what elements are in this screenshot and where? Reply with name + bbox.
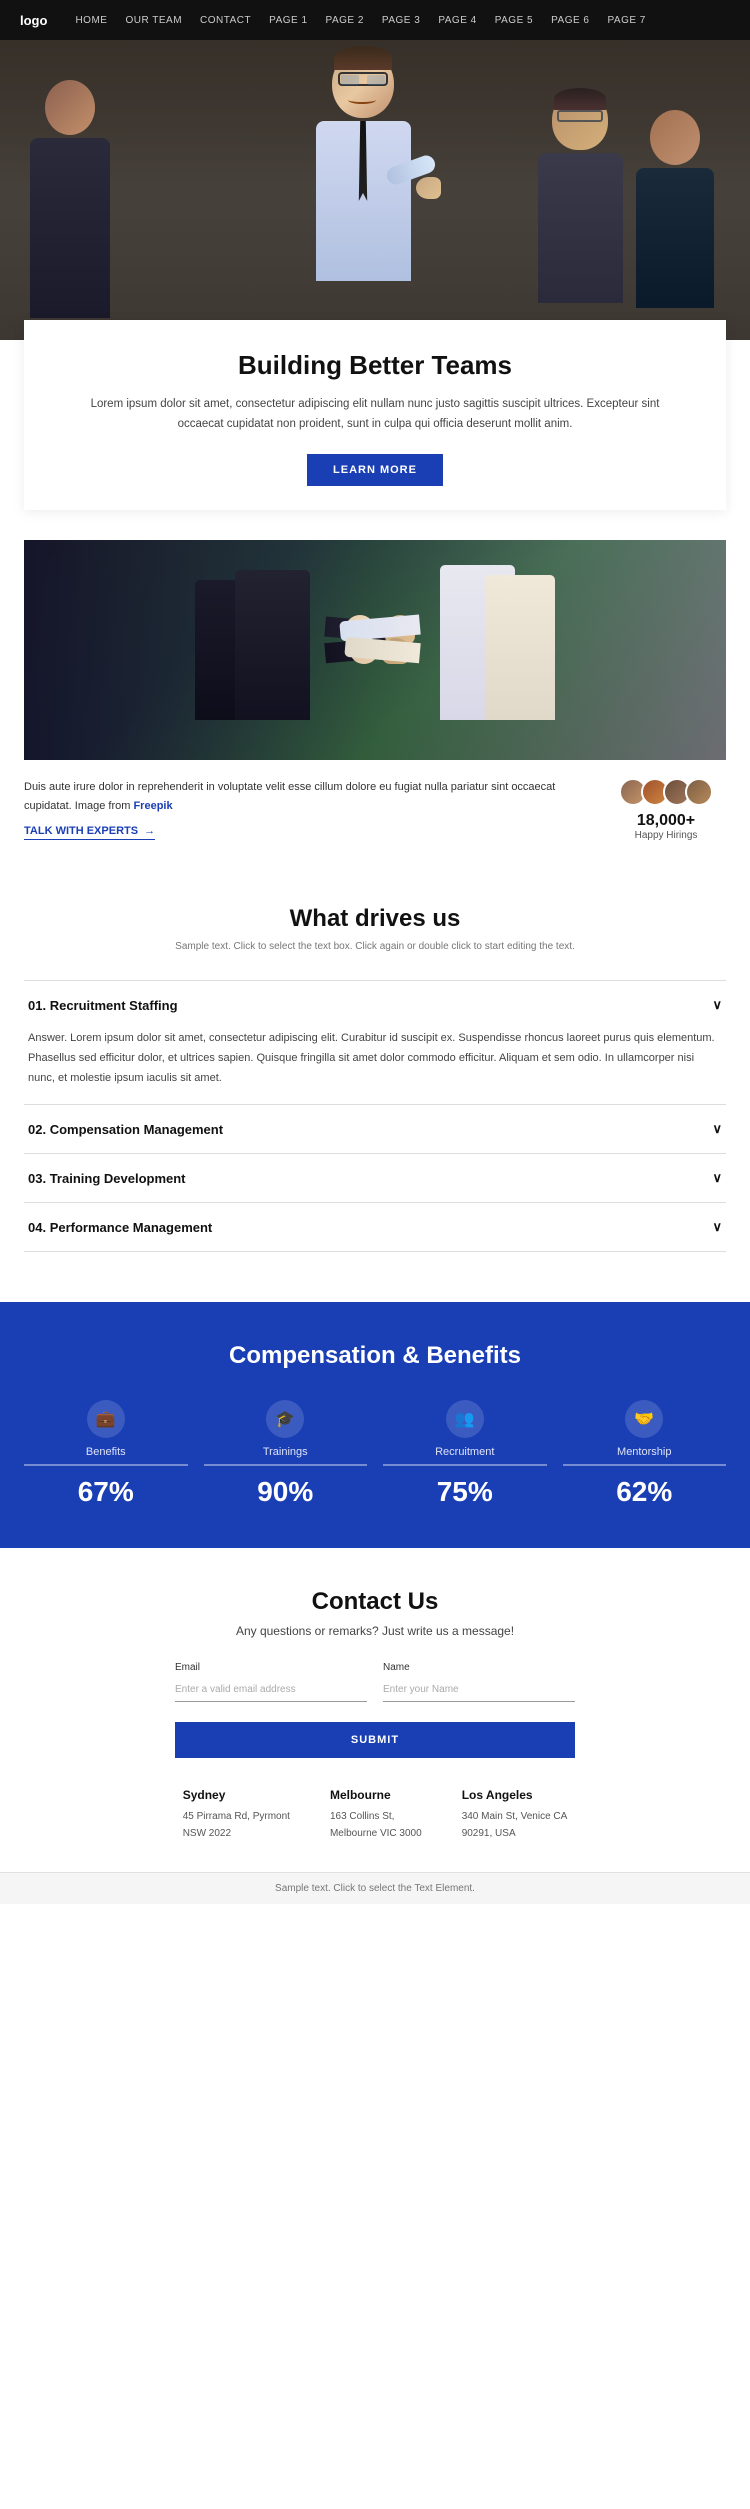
submit-button[interactable]: SUBMIT	[175, 1722, 575, 1758]
contact-form: Email Name SUBMIT	[175, 1662, 575, 1758]
chevron-icon-4: ∨	[712, 1219, 722, 1235]
teamwork-left-content: Duis aute irure dolor in reprehenderit i…	[24, 778, 586, 840]
nav-page2[interactable]: PAGE 2	[326, 15, 364, 26]
office-los-angeles: Los Angeles 340 Main St, Venice CA90291,…	[462, 1788, 568, 1842]
chevron-icon-3: ∨	[712, 1170, 722, 1186]
los-angeles-city: Los Angeles	[462, 1788, 568, 1802]
logo[interactable]: logo	[20, 13, 47, 28]
drives-subtitle: Sample text. Click to select the text bo…	[24, 941, 726, 952]
los-angeles-address: 340 Main St, Venice CA90291, USA	[462, 1808, 568, 1842]
sydney-city: Sydney	[183, 1788, 290, 1802]
melbourne-city: Melbourne	[330, 1788, 422, 1802]
benefits-percent: 67%	[24, 1476, 188, 1508]
footer-text: Sample text. Click to select the Text El…	[275, 1883, 475, 1894]
intro-card: Building Better Teams Lorem ipsum dolor …	[24, 320, 726, 510]
compensation-grid: 💼 Benefits 67% 🎓 Trainings 90% 👥 Recruit…	[24, 1400, 726, 1508]
email-label: Email	[175, 1662, 367, 1673]
name-input[interactable]	[383, 1677, 575, 1702]
recruitment-icon: 👥	[446, 1400, 484, 1438]
accordion-item-1: 01. Recruitment Staffing ∨ Answer. Lorem…	[24, 980, 726, 1104]
accordion-header-4[interactable]: 04. Performance Management ∨	[24, 1203, 726, 1251]
teamwork-section: Duis aute irure dolor in reprehenderit i…	[0, 510, 750, 865]
accordion-header-1[interactable]: 01. Recruitment Staffing ∨	[24, 981, 726, 1029]
sydney-address: 45 Pirrama Rd, PyrmontNSW 2022	[183, 1808, 290, 1842]
mentorship-percent: 62%	[563, 1476, 727, 1508]
nav-home[interactable]: HOME	[75, 15, 107, 26]
navigation: logo HOME OUR TEAM CONTACT PAGE 1 PAGE 2…	[0, 0, 750, 40]
chevron-icon-1: ∨	[712, 997, 722, 1013]
compensation-title: Compensation & Benefits	[24, 1342, 726, 1370]
mentorship-icon: 🤝	[625, 1400, 663, 1438]
drives-title: What drives us	[24, 905, 726, 933]
accordion-title-3: 03. Training Development	[28, 1171, 186, 1186]
arrow-icon: →	[144, 825, 155, 837]
nav-page1[interactable]: PAGE 1	[269, 15, 307, 26]
comp-card-trainings: 🎓 Trainings 90%	[204, 1400, 368, 1508]
teamwork-text-block: Duis aute irure dolor in reprehenderit i…	[0, 760, 750, 865]
nav-page4[interactable]: PAGE 4	[438, 15, 476, 26]
accordion-item-3: 03. Training Development ∨	[24, 1153, 726, 1202]
nav-our-team[interactable]: OUR TEAM	[125, 15, 182, 26]
comp-card-recruitment: 👥 Recruitment 75%	[383, 1400, 547, 1508]
email-input[interactable]	[175, 1677, 367, 1702]
contact-subtitle: Any questions or remarks? Just write us …	[24, 1624, 726, 1638]
compensation-section: Compensation & Benefits 💼 Benefits 67% 🎓…	[0, 1302, 750, 1548]
contact-title: Contact Us	[24, 1588, 726, 1616]
talk-with-experts-link[interactable]: TALK WITH EXPERTS →	[24, 825, 155, 840]
nav-page7[interactable]: PAGE 7	[607, 15, 645, 26]
footer: Sample text. Click to select the Text El…	[0, 1872, 750, 1904]
melbourne-address: 163 Collins St,Melbourne VIC 3000	[330, 1808, 422, 1842]
intro-description: Lorem ipsum dolor sit amet, consectetur …	[85, 395, 665, 434]
trainings-label: Trainings	[204, 1446, 368, 1466]
avatars-row	[619, 778, 713, 806]
intro-title: Building Better Teams	[54, 350, 696, 381]
freepik-link[interactable]: Freepik	[133, 800, 172, 812]
avatar-4	[685, 778, 713, 806]
accordion-title-4: 04. Performance Management	[28, 1220, 212, 1235]
happy-hirings-stats: 18,000+ Happy Hirings	[635, 812, 698, 841]
contact-form-row: Email Name	[175, 1662, 575, 1702]
comp-card-benefits: 💼 Benefits 67%	[24, 1400, 188, 1508]
comp-card-mentorship: 🤝 Mentorship 62%	[563, 1400, 727, 1508]
offices-section: Sydney 45 Pirrama Rd, PyrmontNSW 2022 Me…	[24, 1788, 726, 1842]
email-group: Email	[175, 1662, 367, 1702]
name-group: Name	[383, 1662, 575, 1702]
learn-more-button[interactable]: LEARN MORE	[307, 454, 443, 486]
accordion-header-2[interactable]: 02. Compensation Management ∨	[24, 1105, 726, 1153]
hero-section	[0, 40, 750, 340]
recruitment-label: Recruitment	[383, 1446, 547, 1466]
mentorship-label: Mentorship	[563, 1446, 727, 1466]
office-melbourne: Melbourne 163 Collins St,Melbourne VIC 3…	[330, 1788, 422, 1842]
recruitment-percent: 75%	[383, 1476, 547, 1508]
accordion-title-1: 01. Recruitment Staffing	[28, 998, 178, 1013]
teamwork-image	[24, 540, 726, 760]
hirings-count: 18,000+	[635, 812, 698, 830]
drives-section: What drives us Sample text. Click to sel…	[0, 865, 750, 1272]
accordion-header-3[interactable]: 03. Training Development ∨	[24, 1154, 726, 1202]
hirings-label: Happy Hirings	[635, 830, 698, 841]
teamwork-stats: 18,000+ Happy Hirings	[606, 778, 726, 841]
trainings-icon: 🎓	[266, 1400, 304, 1438]
chevron-icon-2: ∨	[712, 1121, 722, 1137]
trainings-percent: 90%	[204, 1476, 368, 1508]
teamwork-description: Duis aute irure dolor in reprehenderit i…	[24, 778, 586, 815]
nav-page3[interactable]: PAGE 3	[382, 15, 420, 26]
office-sydney: Sydney 45 Pirrama Rd, PyrmontNSW 2022	[183, 1788, 290, 1842]
benefits-label: Benefits	[24, 1446, 188, 1466]
nav-page5[interactable]: PAGE 5	[495, 15, 533, 26]
benefits-icon: 💼	[87, 1400, 125, 1438]
nav-page6[interactable]: PAGE 6	[551, 15, 589, 26]
accordion-body-1: Answer. Lorem ipsum dolor sit amet, cons…	[24, 1029, 726, 1104]
contact-section: Contact Us Any questions or remarks? Jus…	[0, 1548, 750, 1872]
name-label: Name	[383, 1662, 575, 1673]
accordion-item-4: 04. Performance Management ∨	[24, 1202, 726, 1252]
nav-contact[interactable]: CONTACT	[200, 15, 251, 26]
accordion-item-2: 02. Compensation Management ∨	[24, 1104, 726, 1153]
accordion-title-2: 02. Compensation Management	[28, 1122, 223, 1137]
